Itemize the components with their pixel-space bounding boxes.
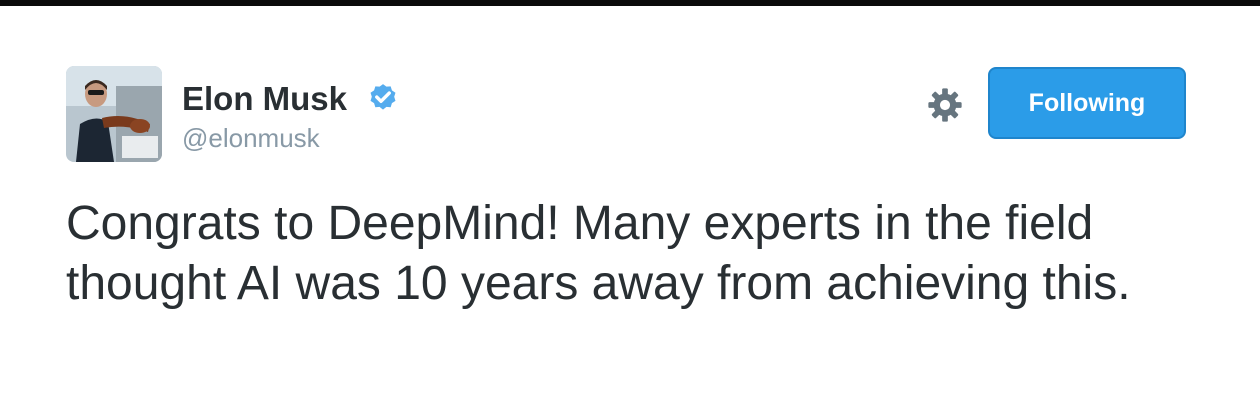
avatar-photo [66, 66, 162, 162]
avatar[interactable] [66, 66, 162, 162]
verified-badge-icon [370, 84, 396, 110]
settings-button[interactable] [924, 84, 966, 126]
author-handle[interactable]: @elonmusk [182, 123, 320, 154]
tweet-text: Congrats to DeepMind! Many experts in th… [66, 197, 1131, 310]
gear-icon [928, 88, 962, 122]
top-border [0, 0, 1260, 6]
following-button[interactable]: Following [988, 67, 1186, 139]
author-name[interactable]: Elon Musk [182, 80, 347, 118]
